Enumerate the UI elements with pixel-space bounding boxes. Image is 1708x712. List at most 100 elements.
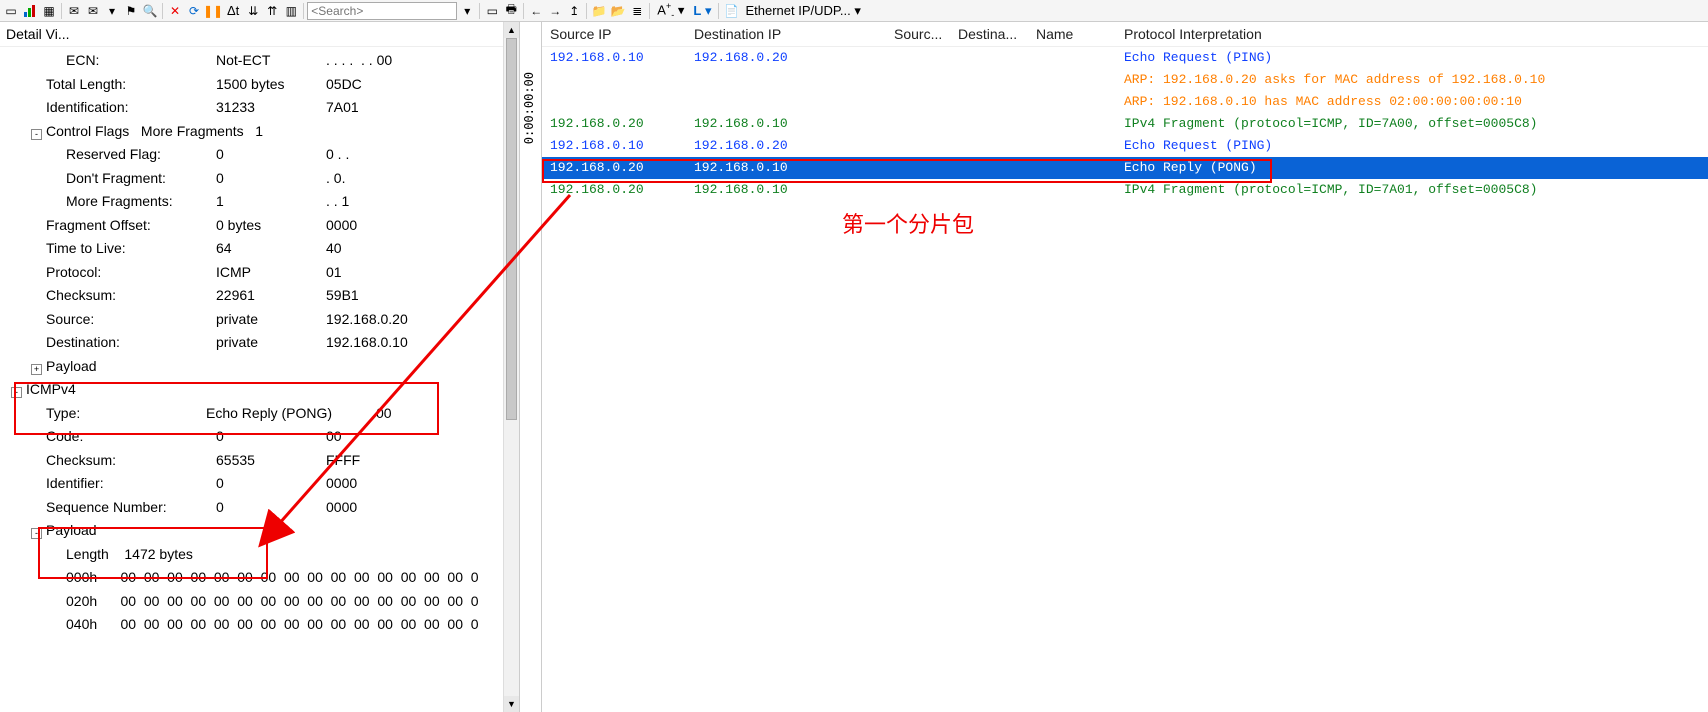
nav-back-icon[interactable]: ← (527, 2, 545, 20)
collapse-icon[interactable]: - (31, 528, 42, 539)
tree-row[interactable]: Checksum:2296159B1 (6, 284, 503, 308)
tree-row[interactable]: 040h 00 00 00 00 00 00 00 00 00 00 00 00… (6, 613, 503, 637)
cell-source-ip: 192.168.0.20 (544, 179, 694, 201)
tree-row[interactable]: Identifier:00000 (6, 472, 503, 496)
barchart-icon[interactable] (21, 2, 39, 20)
table-icon[interactable]: ▦ (40, 2, 58, 20)
tree-row[interactable]: Code:000 (6, 425, 503, 449)
tree-row[interactable]: -Control Flags More Fragments 1 (6, 120, 503, 144)
tree-row[interactable]: Identification:312337A01 (6, 96, 503, 120)
col-header-dest-ip[interactable]: Destination IP (694, 26, 894, 42)
tree-row[interactable]: Reserved Flag:00 . . (6, 143, 503, 167)
tree-label: Protocol: (46, 261, 216, 285)
card-icon[interactable]: ▭ (2, 2, 20, 20)
col-header-name[interactable]: Name (1036, 26, 1124, 42)
profile-selector[interactable]: Ethernet IP/UDP... ▾ (741, 3, 864, 19)
detail-view-pane: Detail Vi... ECN:Not-ECT. . . . . . 00To… (0, 22, 520, 712)
tree-row[interactable]: Type:Echo Reply (PONG)00 (6, 402, 503, 426)
scroll-down-button[interactable]: ▼ (504, 696, 519, 712)
collapse-icon[interactable]: - (11, 387, 22, 398)
cell-protocol: ARP: 192.168.0.20 asks for MAC address o… (1124, 69, 1706, 91)
separator (586, 3, 587, 19)
search-dropdown-icon[interactable]: ▾ (458, 2, 476, 20)
delta-t-button[interactable]: Δt (223, 3, 243, 18)
tree-row[interactable]: Checksum:65535FFFF (6, 449, 503, 473)
tree-row[interactable]: +Payload (6, 355, 503, 379)
packet-row[interactable]: 192.168.0.10192.168.0.20Echo Request (PI… (542, 135, 1708, 157)
nav-fwd-icon[interactable]: → (546, 2, 564, 20)
mail-out-icon[interactable]: ✉ (84, 2, 102, 20)
folder-open-icon[interactable]: 📂 (609, 2, 627, 20)
binoculars-icon[interactable]: 🔍 (141, 2, 159, 20)
tree-row[interactable]: ECN:Not-ECT. . . . . . 00 (6, 49, 503, 73)
expand-icon[interactable]: + (31, 364, 42, 375)
tree-value: ICMP (216, 261, 326, 285)
tree-label: Fragment Offset: (46, 214, 216, 238)
collapse-icon[interactable]: - (31, 129, 42, 140)
scroll-up-button[interactable]: ▲ (504, 22, 519, 38)
detail-tree[interactable]: ECN:Not-ECT. . . . . . 00Total Length:15… (0, 47, 503, 712)
mail-in-icon[interactable]: ✉ (65, 2, 83, 20)
scroll-thumb[interactable] (506, 38, 517, 420)
tree-value: 0 (216, 143, 326, 167)
tree-row[interactable]: Time to Live:6440 (6, 237, 503, 261)
packet-row[interactable]: 192.168.0.10192.168.0.20Echo Request (PI… (542, 47, 1708, 69)
font-size-button[interactable]: A+- ▾ (653, 1, 688, 20)
folder-icon[interactable]: 📁 (590, 2, 608, 20)
nav-up-icon[interactable]: ↥ (565, 2, 583, 20)
funnel-icon[interactable]: ▾ (103, 2, 121, 20)
tree-row[interactable]: Fragment Offset:0 bytes0000 (6, 214, 503, 238)
pause-icon[interactable]: ❚❚ (204, 2, 222, 20)
tree-row[interactable]: -Payload (6, 519, 503, 543)
tree-value: 0 (216, 425, 326, 449)
tree-row[interactable]: -ICMPv4 (6, 378, 503, 402)
vertical-scrollbar[interactable]: ▲ ▼ (503, 22, 519, 712)
profile-doc-icon[interactable]: 📄 (722, 2, 740, 20)
tree-hex: 192.168.0.20 (326, 308, 503, 332)
tree-hex: 7A01 (326, 96, 503, 120)
col-header-dest-port[interactable]: Destina... (958, 26, 1036, 42)
new-window-icon[interactable]: ▭ (483, 2, 501, 20)
tree-row[interactable]: 000h 00 00 00 00 00 00 00 00 00 00 00 00… (6, 566, 503, 590)
tree-row[interactable]: Don't Fragment:0. 0. (6, 167, 503, 191)
packet-list[interactable]: 192.168.0.10192.168.0.20Echo Request (PI… (542, 47, 1708, 201)
sort-desc-icon[interactable]: ⇈ (263, 2, 281, 20)
tree-row[interactable]: More Fragments:1. . 1 (6, 190, 503, 214)
col-header-source-port[interactable]: Sourc... (894, 26, 958, 42)
tree-row[interactable]: Protocol:ICMP01 (6, 261, 503, 285)
packet-row[interactable]: 192.168.0.20192.168.0.10Echo Reply (PONG… (542, 157, 1708, 179)
col-header-source-ip[interactable]: Source IP (544, 26, 694, 42)
tree-hex: 0000 (326, 214, 503, 238)
search-input[interactable] (307, 2, 457, 20)
packet-row[interactable]: 192.168.0.20192.168.0.10IPv4 Fragment (p… (542, 113, 1708, 135)
tree-label: Reserved Flag: (66, 143, 216, 167)
tree-label: Total Length: (46, 73, 216, 97)
print-icon[interactable]: 🖶 (502, 2, 520, 20)
tree-row[interactable]: Source:private192.168.0.20 (6, 308, 503, 332)
packet-row[interactable]: ARP: 192.168.0.20 asks for MAC address o… (542, 69, 1708, 91)
tree-row[interactable]: Length 1472 bytes (6, 543, 503, 567)
cell-protocol: IPv4 Fragment (protocol=ICMP, ID=7A01, o… (1124, 179, 1706, 201)
refresh-icon[interactable]: ⟳ (185, 2, 203, 20)
sort-asc-icon[interactable]: ⇊ (244, 2, 262, 20)
tree-hex (326, 519, 503, 543)
tree-row[interactable]: Destination:private192.168.0.10 (6, 331, 503, 355)
list-icon[interactable]: ≣ (628, 2, 646, 20)
columns-icon[interactable]: ▥ (282, 2, 300, 20)
tree-row[interactable]: Sequence Number:00000 (6, 496, 503, 520)
separator (479, 3, 480, 19)
cell-source-ip: 192.168.0.20 (544, 157, 694, 179)
tree-value: 0 (216, 167, 326, 191)
packet-row[interactable]: ARP: 192.168.0.10 has MAC address 02:00:… (542, 91, 1708, 113)
layout-button[interactable]: L ▾ (689, 3, 715, 19)
close-x-icon[interactable]: ✕ (166, 2, 184, 20)
flag-icon[interactable]: ⚑ (122, 2, 140, 20)
tree-value: 1500 bytes (216, 73, 326, 97)
tree-hex: 00 (326, 425, 503, 449)
packet-row[interactable]: 192.168.0.20192.168.0.10IPv4 Fragment (p… (542, 179, 1708, 201)
tree-value: Echo Reply (PONG) (206, 402, 376, 426)
tree-row[interactable]: Total Length:1500 bytes05DC (6, 73, 503, 97)
tree-label: Destination: (46, 331, 216, 355)
col-header-protocol[interactable]: Protocol Interpretation (1124, 26, 1706, 42)
tree-row[interactable]: 020h 00 00 00 00 00 00 00 00 00 00 00 00… (6, 590, 503, 614)
